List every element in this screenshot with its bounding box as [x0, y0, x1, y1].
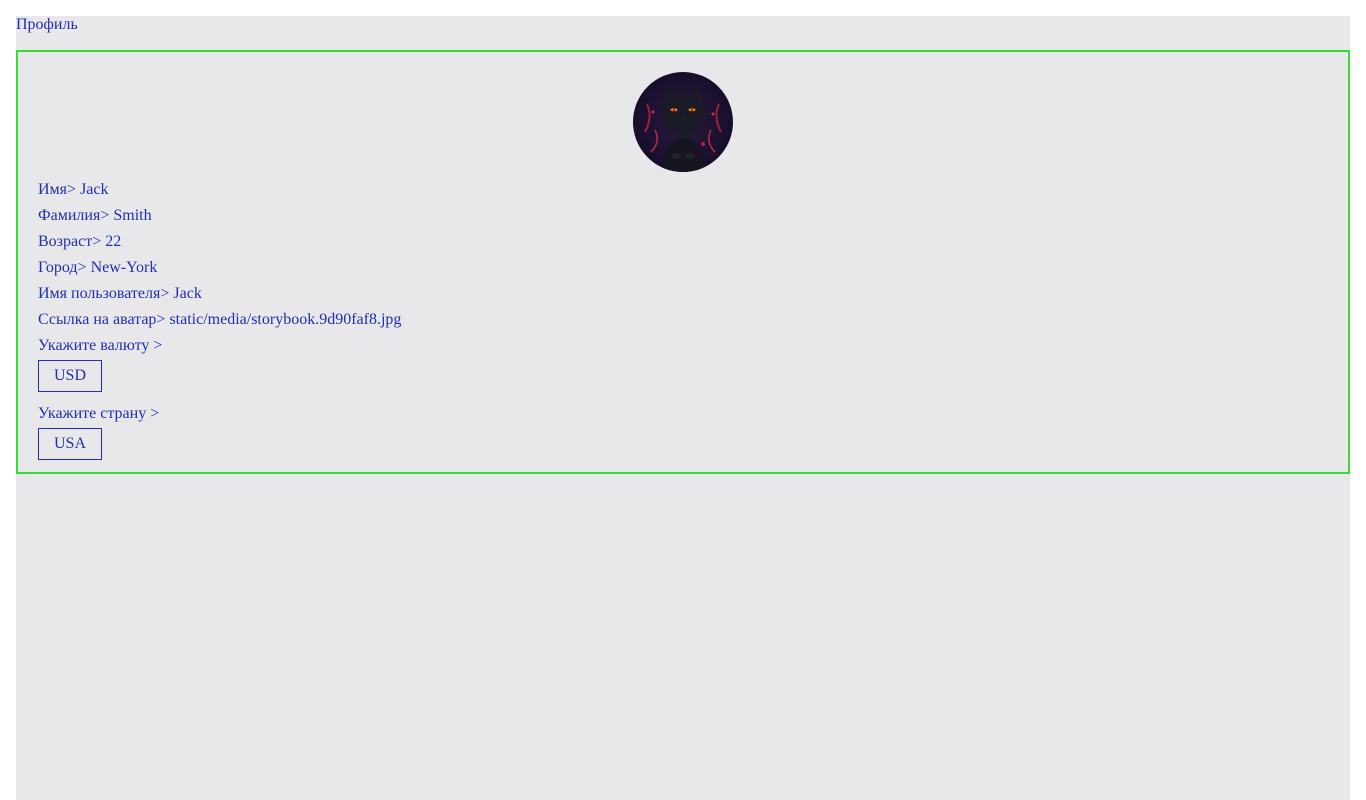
field-label: Возраст: [38, 233, 93, 250]
avatar: [633, 72, 733, 172]
field-age: Возраст> 22: [38, 232, 401, 258]
field-separator: >: [67, 181, 77, 198]
country-prompt: Укажите страну >: [38, 405, 160, 422]
field-separator: >: [92, 233, 102, 250]
profile-fields: Имя> Jack Фамилия> Smith Возраст> 22 Гор…: [38, 180, 401, 460]
field-value: Smith: [113, 207, 152, 224]
field-avatar-link: Ссылка на аватар> static/media/storybook…: [38, 310, 401, 336]
currency-prompt: Укажите валюту >: [38, 337, 163, 354]
field-first-name: Имя> Jack: [38, 180, 401, 206]
field-last-name: Фамилия> Smith: [38, 206, 401, 232]
field-separator: >: [77, 259, 87, 276]
profile-page: Профиль Имя> Jack Фамилия> Smith Возраст…: [16, 16, 1350, 800]
field-label: Имя: [38, 181, 68, 198]
field-label: Город: [38, 259, 78, 276]
field-username: Имя пользователя> Jack: [38, 284, 401, 310]
field-label: Фамилия: [38, 207, 101, 224]
field-label: Ссылка на аватар: [38, 311, 157, 328]
field-value: Jack: [173, 285, 202, 302]
page-title: Профиль: [16, 16, 78, 33]
field-separator: >: [156, 311, 166, 328]
field-label: Имя пользователя: [38, 285, 161, 302]
field-value: Jack: [80, 181, 109, 198]
field-value: New-York: [90, 259, 158, 276]
field-value: 22: [105, 233, 122, 250]
country-select[interactable]: USA: [38, 428, 102, 460]
black-cat-avatar-icon: [633, 72, 733, 172]
field-separator: >: [100, 207, 110, 224]
currency-select[interactable]: USD: [38, 360, 102, 392]
field-city: Город> New-York: [38, 258, 401, 284]
field-value: static/media/storybook.9d90faf8.jpg: [169, 311, 402, 328]
field-separator: >: [160, 285, 170, 302]
profile-card: Имя> Jack Фамилия> Smith Возраст> 22 Гор…: [16, 50, 1350, 474]
